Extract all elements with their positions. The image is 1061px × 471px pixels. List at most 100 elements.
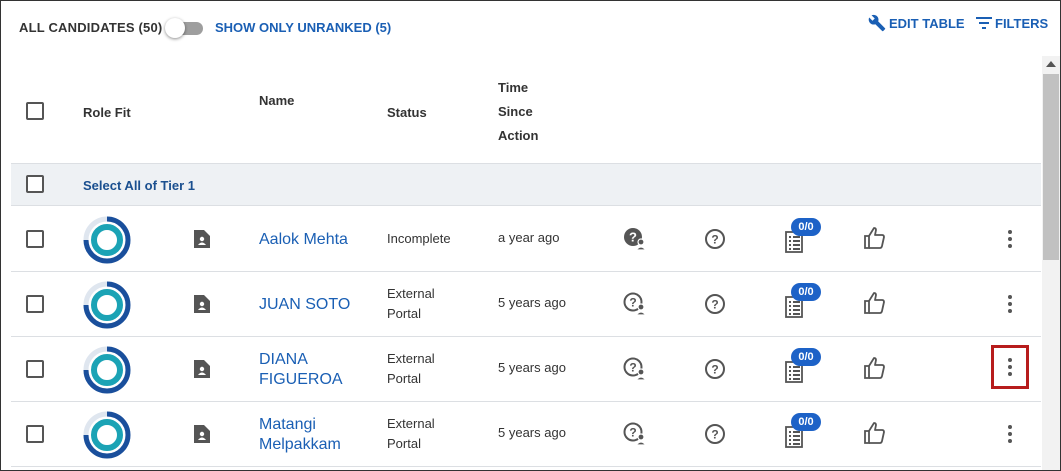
column-time-line-3[interactable]: Action xyxy=(498,128,538,143)
kebab-dot xyxy=(1008,425,1012,429)
candidate-status: External Portal xyxy=(387,349,435,389)
row-checkbox[interactable] xyxy=(26,425,44,443)
question-circle-icon[interactable]: ? xyxy=(704,293,726,315)
kebab-dot xyxy=(1008,309,1012,313)
table-row[interactable]: Aalok Mehta Incomplete a year ago?? 0/0 xyxy=(11,207,1041,272)
time-since-action: 5 years ago xyxy=(498,360,566,375)
kebab-dot xyxy=(1008,358,1012,362)
edit-table-button[interactable]: EDIT TABLE xyxy=(868,14,965,32)
question-person-icon[interactable]: ? xyxy=(623,422,647,446)
table-row[interactable]: DIANA FIGUEROA External Portal 5 years ago??… xyxy=(11,337,1041,402)
tier-1-checkbox[interactable] xyxy=(26,175,44,193)
column-status[interactable]: Status xyxy=(387,105,427,120)
time-since-action: a year ago xyxy=(498,230,560,245)
candidate-status: Incomplete xyxy=(387,229,451,249)
question-circle-icon[interactable]: ? xyxy=(704,228,726,250)
status-line: Portal xyxy=(387,436,421,451)
question-person-icon[interactable]: ? xyxy=(623,357,647,381)
row-checkbox[interactable] xyxy=(26,295,44,313)
resume-document-icon[interactable] xyxy=(193,424,211,444)
svg-text:?: ? xyxy=(629,426,636,440)
candidate-status: External Portal xyxy=(387,414,435,454)
row-more-options-button[interactable] xyxy=(991,345,1029,389)
role-fit-ring-icon[interactable] xyxy=(83,281,131,329)
candidate-name-line: Aalok Mehta xyxy=(259,231,348,248)
table-row[interactable]: JUAN SOTO External Portal 5 years ago?? 0/0 xyxy=(11,272,1041,337)
svg-text:?: ? xyxy=(629,361,636,375)
scroll-up-arrow-icon[interactable] xyxy=(1046,61,1056,67)
time-since-action: 5 years ago xyxy=(498,425,566,440)
candidate-name-link[interactable]: JUAN SOTO xyxy=(259,295,350,315)
kebab-dot xyxy=(1008,244,1012,248)
resume-document-icon[interactable] xyxy=(193,229,211,249)
thumbs-up-icon[interactable] xyxy=(863,291,887,315)
kebab-dot xyxy=(1008,432,1012,436)
edit-table-label: EDIT TABLE xyxy=(889,15,965,31)
column-time-line-2[interactable]: Since xyxy=(498,104,533,119)
candidate-name-link[interactable]: DIANA FIGUEROA xyxy=(259,350,343,390)
assessment-count-badge: 0/0 xyxy=(791,218,821,236)
select-all-checkbox[interactable] xyxy=(26,102,44,120)
kebab-dot xyxy=(1008,237,1012,241)
question-person-icon[interactable]: ? xyxy=(623,292,647,316)
role-fit-ring-icon[interactable] xyxy=(83,411,131,459)
candidate-name-line: DIANA xyxy=(259,351,308,368)
question-circle-icon[interactable]: ? xyxy=(704,358,726,380)
candidate-name-link[interactable]: Matangi Melpakkam xyxy=(259,415,341,455)
all-candidates-label: ALL CANDIDATES (50) xyxy=(19,20,163,35)
assessment-count-badge: 0/0 xyxy=(791,413,821,431)
role-fit-ring-icon[interactable] xyxy=(83,346,131,394)
row-checkbox[interactable] xyxy=(26,360,44,378)
candidate-name-link[interactable]: Aalok Mehta xyxy=(259,230,348,250)
resume-document-icon[interactable] xyxy=(193,359,211,379)
kebab-dot xyxy=(1008,439,1012,443)
row-more-options-button[interactable] xyxy=(997,420,1023,448)
kebab-dot xyxy=(1008,295,1012,299)
role-fit-ring-icon[interactable] xyxy=(83,216,131,264)
row-more-options-button[interactable] xyxy=(997,290,1023,318)
column-time-line-1[interactable]: Time xyxy=(498,80,528,95)
row-checkbox[interactable] xyxy=(26,230,44,248)
svg-text:?: ? xyxy=(711,428,718,442)
thumbs-up-icon[interactable] xyxy=(863,226,887,250)
show-only-unranked-link[interactable]: SHOW ONLY UNRANKED (5) xyxy=(215,20,391,35)
candidate-status: External Portal xyxy=(387,284,435,324)
kebab-dot xyxy=(1008,302,1012,306)
status-line: External xyxy=(387,351,435,366)
thumbs-up-icon[interactable] xyxy=(863,421,887,445)
svg-text:?: ? xyxy=(629,296,636,310)
scrollbar-thumb[interactable] xyxy=(1043,74,1059,260)
row-more-options-button[interactable] xyxy=(997,225,1023,253)
candidate-name-line: Matangi xyxy=(259,416,316,433)
candidate-name-line: JUAN SOTO xyxy=(259,296,351,313)
candidates-table: Role Fit Name Status Time Since Action S… xyxy=(11,56,1041,471)
status-line: External xyxy=(387,416,435,431)
time-since-action: 5 years ago xyxy=(498,295,566,310)
resume-document-icon[interactable] xyxy=(193,294,211,314)
assessment-count-badge: 0/0 xyxy=(791,348,821,366)
kebab-dot xyxy=(1008,372,1012,376)
question-person-icon[interactable]: ? xyxy=(623,227,647,251)
kebab-dot xyxy=(1008,365,1012,369)
toggle-knob xyxy=(165,18,185,38)
select-all-tier-1[interactable]: Select All of Tier 1 xyxy=(83,178,195,193)
status-line: Portal xyxy=(387,371,421,386)
assessment-count-badge: 0/0 xyxy=(791,283,821,301)
wrench-icon xyxy=(868,14,886,32)
svg-text:?: ? xyxy=(711,298,718,312)
svg-text:?: ? xyxy=(711,363,718,377)
filters-button[interactable]: FILTERS xyxy=(976,14,1048,32)
column-role-fit: Role Fit xyxy=(83,105,131,120)
status-line: External xyxy=(387,286,435,301)
tier-1-group: Select All of Tier 1 xyxy=(11,163,1041,206)
column-name[interactable]: Name xyxy=(259,93,294,108)
question-circle-icon[interactable]: ? xyxy=(704,423,726,445)
candidate-name-line: Melpakkam xyxy=(259,436,341,453)
table-row[interactable]: Matangi Melpakkam External Portal 5 years ag… xyxy=(11,402,1041,467)
status-line: Incomplete xyxy=(387,231,451,246)
thumbs-up-icon[interactable] xyxy=(863,356,887,380)
unranked-toggle[interactable] xyxy=(165,18,203,38)
kebab-dot xyxy=(1008,230,1012,234)
table-header: Role Fit Name Status Time Since Action xyxy=(11,56,1041,163)
candidate-name-line: FIGUEROA xyxy=(259,371,343,388)
